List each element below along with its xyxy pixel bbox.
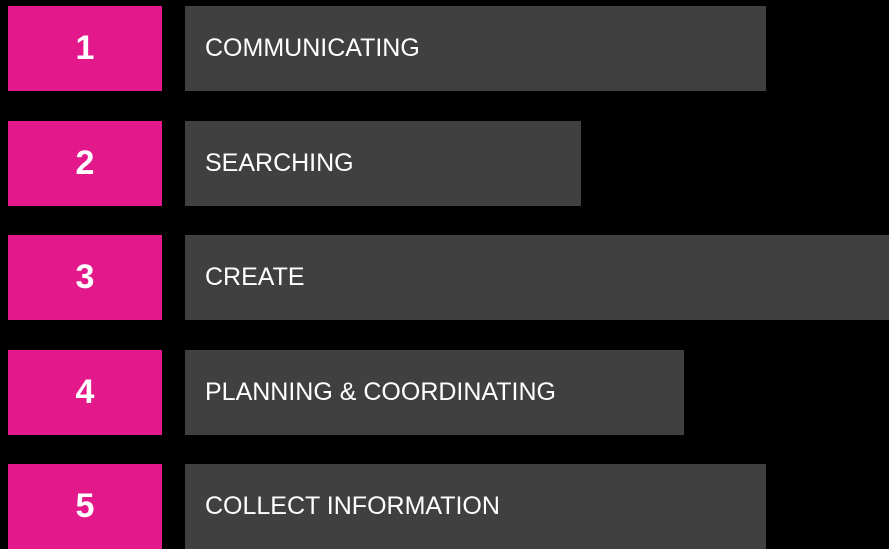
item-label-bar: SEARCHING <box>185 121 581 206</box>
number-box: 2 <box>8 121 162 206</box>
number-box: 4 <box>8 350 162 435</box>
item-label-bar: COLLECT INFORMATION <box>185 464 766 549</box>
number-box: 5 <box>8 464 162 549</box>
item-label-bar: CREATE <box>185 235 889 320</box>
item-label-bar: COMMUNICATING <box>185 6 766 91</box>
number-box: 1 <box>8 6 162 91</box>
number-box: 3 <box>8 235 162 320</box>
item-label-bar: PLANNING & COORDINATING <box>185 350 684 435</box>
